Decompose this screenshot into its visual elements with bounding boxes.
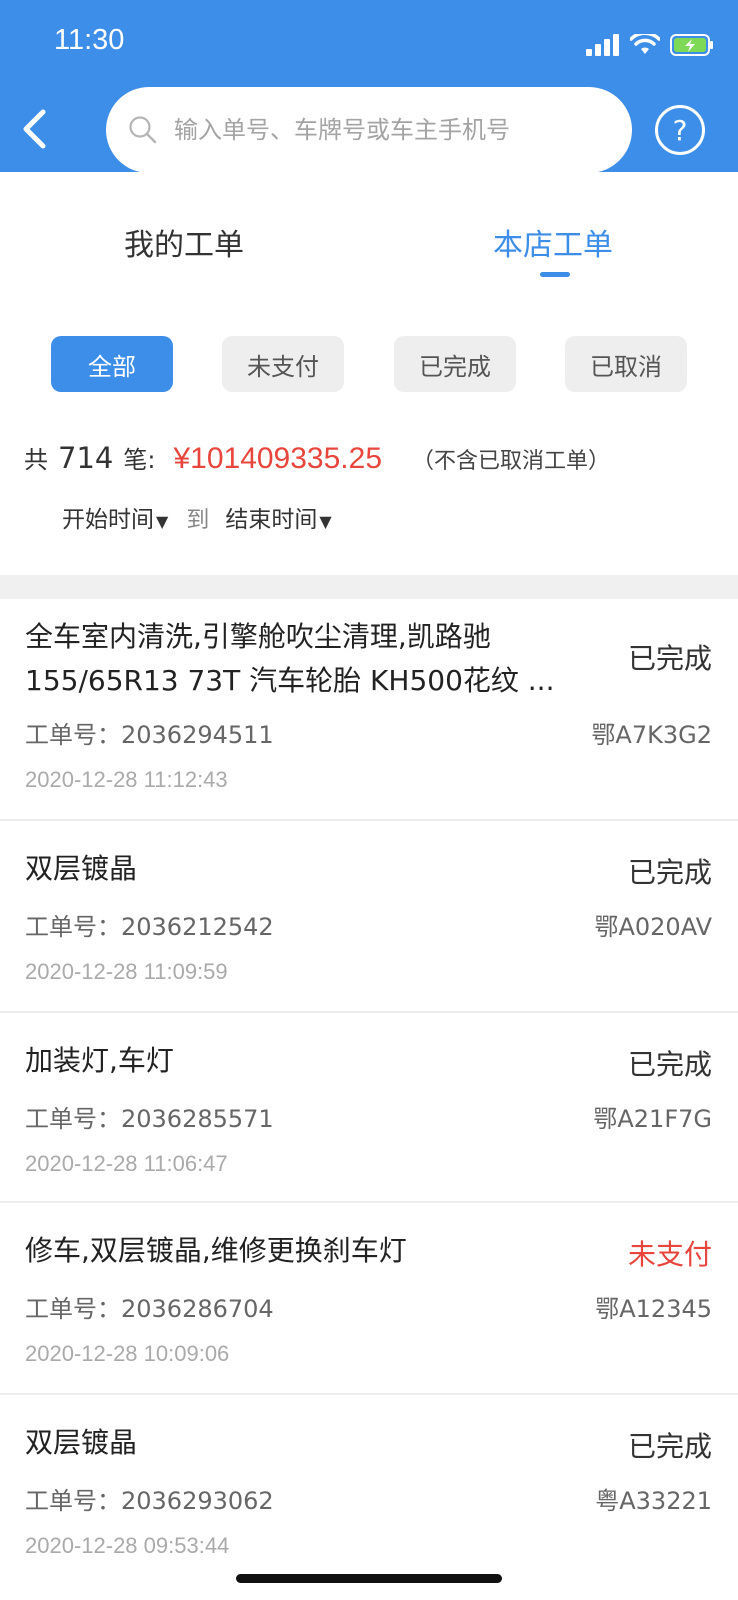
order-title: 加装灯,车灯 [25,1044,174,1077]
caret-down-icon: ▼ [319,512,332,531]
total-amount: ¥101409335.25 [173,442,383,475]
order-number: 工单号：2036293062 [25,1487,274,1515]
order-item[interactable]: 加装灯,车灯 已完成 工单号：2036285571 鄂A21F7G 2020-1… [0,1013,738,1203]
end-time-dropdown[interactable]: 结束时间 ▼ [225,500,331,534]
help-icon: ? [672,113,688,147]
order-item[interactable]: 双层镀晶 已完成 工单号：2036212542 鄂A020AV 2020-12-… [0,821,738,1013]
order-number: 工单号：2036286704 [25,1295,274,1323]
plate-number: 鄂A7K3G2 [591,721,712,749]
order-time: 2020-12-28 10:09:06 [25,1341,230,1366]
order-status: 已完成 [627,856,712,889]
status-filters: 全部 未支付 已完成 已取消 [0,336,738,392]
start-time-label: 开始时间 [62,507,154,533]
order-title: 全车室内清洗,引擎舱吹尘清理,凯路驰155/65R13 73T 汽车轮胎 KH5… [25,620,555,697]
signal-icon [586,34,619,56]
order-status: 未支付 [627,1238,712,1271]
order-time: 2020-12-28 09:53:44 [25,1533,230,1558]
start-time-dropdown[interactable]: 开始时间 ▼ [62,500,168,534]
summary-note: （不含已取消工单） [412,449,611,474]
plate-number: 鄂A12345 [595,1295,712,1323]
order-tabs: 我的工单 本店工单 [0,172,738,292]
filter-cancelled[interactable]: 已取消 [565,336,687,392]
order-number: 工单号：2036212542 [25,913,274,941]
caret-down-icon: ▼ [156,512,169,531]
order-number: 工单号：2036294511 [25,721,274,749]
help-button[interactable]: ? [655,105,705,155]
plate-number: 鄂A21F7G [593,1105,712,1133]
date-range-to: 到 [186,507,210,533]
status-time: 11:30 [54,24,125,56]
filter-all[interactable]: 全部 [51,336,173,392]
wifi-icon [630,34,660,54]
order-status: 已完成 [627,1430,712,1463]
summary-suffix: 笔: [123,446,156,474]
order-number: 工单号：2036285571 [25,1105,274,1133]
order-title: 修车,双层镀晶,维修更换刹车灯 [25,1234,407,1267]
active-tab-indicator [540,272,570,277]
order-list: 全车室内清洗,引擎舱吹尘清理,凯路驰155/65R13 73T 汽车轮胎 KH5… [0,599,738,1595]
filter-completed[interactable]: 已完成 [394,336,516,392]
search-icon [129,116,157,144]
section-divider [0,575,738,599]
back-button[interactable] [14,104,54,154]
order-title: 双层镀晶 [25,852,138,885]
tab-my-orders[interactable]: 我的工单 [124,220,244,264]
order-status: 已完成 [627,1048,712,1081]
filter-unpaid[interactable]: 未支付 [222,336,344,392]
home-indicator [236,1574,502,1583]
plate-number: 粤A33221 [595,1487,712,1515]
order-status: 已完成 [627,642,712,675]
order-time: 2020-12-28 11:12:43 [25,767,228,792]
summary-prefix: 共 [24,446,48,474]
search-box[interactable] [106,87,632,173]
status-icons [586,30,714,60]
chevron-left-icon [23,109,46,149]
app-header: 11:30 ? [0,0,738,173]
plate-number: 鄂A020AV [594,913,712,941]
order-time: 2020-12-28 11:09:59 [25,959,228,984]
order-time: 2020-12-28 11:06:47 [25,1151,228,1176]
order-count: 714 [58,441,114,475]
order-item[interactable]: 修车,双层镀晶,维修更换刹车灯 未支付 工单号：2036286704 鄂A123… [0,1203,738,1395]
order-title: 双层镀晶 [25,1426,138,1459]
date-range: 开始时间 ▼ 到 结束时间 ▼ [62,500,332,534]
order-summary: 共 714 笔: ¥101409335.25 （不含已取消工单） [24,440,610,480]
order-item[interactable]: 双层镀晶 已完成 工单号：2036293062 粤A33221 2020-12-… [0,1395,738,1595]
order-item[interactable]: 全车室内清洗,引擎舱吹尘清理,凯路驰155/65R13 73T 汽车轮胎 KH5… [0,599,738,821]
tab-store-orders[interactable]: 本店工单 [493,220,613,264]
search-input[interactable] [174,116,594,144]
battery-charging-icon [670,34,713,56]
end-time-label: 结束时间 [225,507,318,533]
